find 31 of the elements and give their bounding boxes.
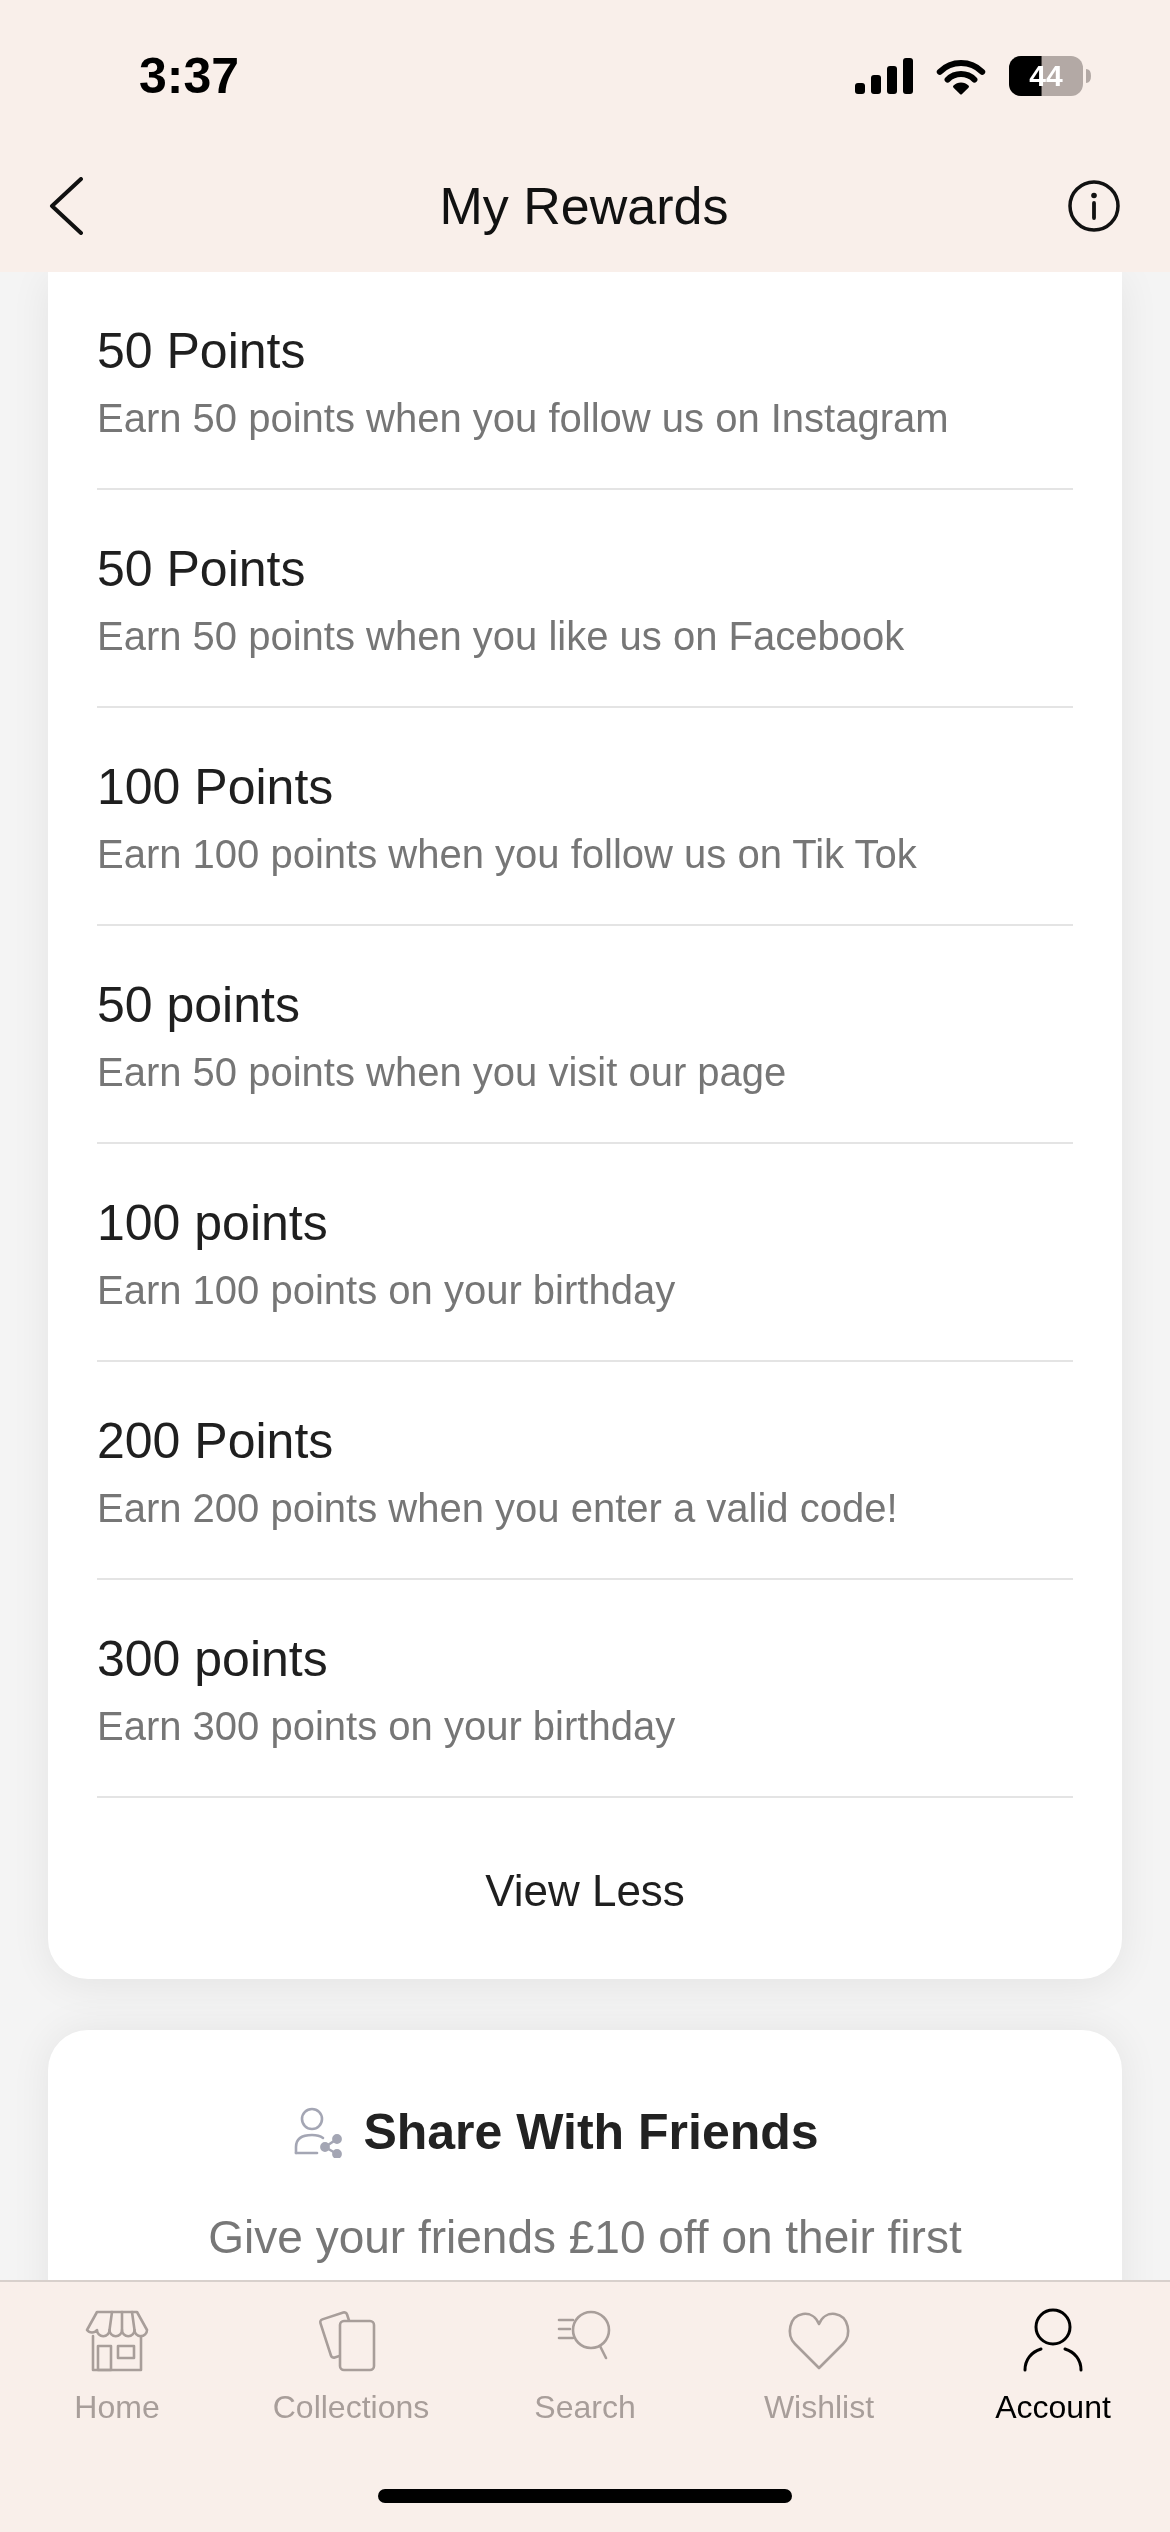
user-icon [1021,2308,1085,2372]
share-description: Give your friends £10 off on their first [207,2210,963,2265]
user-share-icon [293,2106,344,2158]
tab-item[interactable]: Home [74,2308,160,2426]
wifi-icon [935,57,987,95]
reward-title: 300 points [97,1630,329,1689]
reward-title: 50 Points [97,540,307,599]
reward-description: Earn 200 points when you enter a valid code! [97,1485,899,1532]
tab-item[interactable]: Wishlist [763,2308,875,2426]
share-title: Share With Friends [363,2103,819,2162]
tab-item[interactable]: Collections [272,2308,430,2426]
reward-title: 50 Points [97,322,307,381]
page-title: My Rewards [439,176,729,236]
signal-icon [855,58,913,94]
reward-title: 200 Points [97,1412,335,1471]
reward-description: Earn 100 points on your birthday [97,1267,677,1314]
reward-title: 100 Points [97,758,335,817]
reward-description: Earn 50 points when you follow us on Instagram [97,395,950,442]
reward-title: 50 points [97,976,301,1035]
tab-item[interactable]: Account [995,2308,1111,2426]
back-icon[interactable] [48,177,84,235]
view-less-link[interactable]: View Less [485,1864,685,1917]
reward-description: Earn 300 points on your birthday [97,1703,677,1750]
storefront-icon [85,2308,149,2372]
status-time: 3:37 [139,47,240,105]
reward-description: Earn 50 points when you like us on Facebook [97,613,906,660]
reward-description: Earn 50 points when you visit our page [97,1049,788,1096]
tab-item[interactable]: Search [534,2308,636,2426]
reward-description: Earn 100 points when you follow us on Tik Tok [97,831,918,878]
info-icon[interactable] [1068,180,1120,232]
reward-title: 100 points [97,1194,329,1253]
